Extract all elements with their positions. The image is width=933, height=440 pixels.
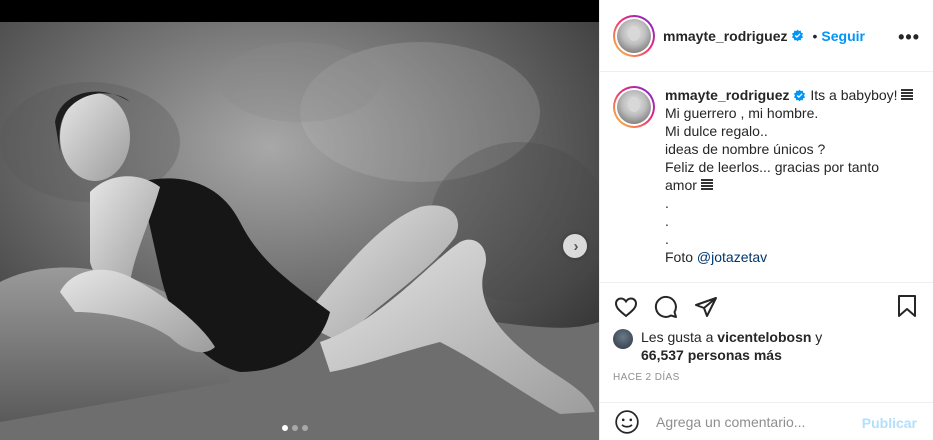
carousel-dot xyxy=(282,425,288,431)
verified-badge-icon xyxy=(792,29,804,42)
post-media: › xyxy=(0,0,599,440)
share-button[interactable] xyxy=(693,294,719,320)
carousel-dot xyxy=(292,425,298,431)
verified-badge-icon xyxy=(794,89,806,102)
photo-illustration xyxy=(0,22,599,440)
photo-credit-prefix: Foto xyxy=(665,249,697,265)
comment-button[interactable] xyxy=(653,294,679,320)
post-photo[interactable]: › xyxy=(0,22,599,440)
avatar xyxy=(617,90,651,124)
avatar xyxy=(617,18,651,53)
likes-suffix: y xyxy=(811,329,823,345)
post-timestamp[interactable]: HACE 2 DÍAS xyxy=(613,372,680,383)
paper-plane-icon xyxy=(695,297,717,317)
carousel-indicator xyxy=(282,425,308,431)
likes-prefix: Les gusta a xyxy=(641,329,718,345)
post-header: mmayte_rodriguez • Seguir ••• xyxy=(600,0,933,72)
caption-username[interactable]: mmayte_rodriguez xyxy=(665,87,789,103)
caption-dot: . xyxy=(665,231,669,247)
likes-count[interactable]: 66,537 personas más xyxy=(641,347,782,363)
header-username[interactable]: mmayte_rodriguez xyxy=(663,28,787,44)
like-button[interactable] xyxy=(613,294,639,320)
comment-input[interactable] xyxy=(656,413,856,430)
comment-bar: Publicar xyxy=(600,402,933,440)
caption-line: Mi dulce regalo.. xyxy=(665,123,768,139)
photo-credit-mention[interactable]: @jotazetav xyxy=(697,249,767,265)
avatar-story-ring[interactable] xyxy=(613,14,655,57)
post-sidebar: mmayte_rodriguez • Seguir ••• mmayte_rod… xyxy=(599,0,933,440)
publish-button[interactable]: Publicar xyxy=(862,415,917,431)
instagram-post: › mmayte_rodriguez • Seguir ••• mmayte_r… xyxy=(0,0,933,440)
caption-line: Feliz de leerlos... gracias por tanto xyxy=(665,159,879,175)
heart-icon xyxy=(614,297,638,318)
media-top-bar xyxy=(0,0,599,22)
emoji-glyph-icon xyxy=(700,179,713,191)
comment-icon xyxy=(654,295,677,318)
caption-avatar-ring[interactable] xyxy=(613,86,655,128)
likes-summary: Les gusta a vicentelobosn y 66,537 perso… xyxy=(613,328,822,364)
caption-first-line: Its a babyboy! xyxy=(806,87,902,103)
post-caption: mmayte_rodriguez Its a babyboy! Mi guerr… xyxy=(600,72,933,282)
caption-line-amor: amor xyxy=(665,177,701,193)
next-slide-button[interactable]: › xyxy=(563,234,587,258)
caption-dot: . xyxy=(665,195,669,211)
bookmark-icon xyxy=(898,295,916,317)
liker-avatar[interactable] xyxy=(613,329,633,349)
header-separator: • xyxy=(812,27,818,44)
caption-line: Mi guerrero , mi hombre. xyxy=(665,105,819,121)
caption-text: mmayte_rodriguez Its a babyboy! Mi guerr… xyxy=(665,86,914,266)
more-options-icon[interactable]: ••• xyxy=(898,27,920,48)
chevron-right-icon: › xyxy=(573,237,579,255)
action-icons xyxy=(613,294,719,320)
carousel-dot xyxy=(302,425,308,431)
liker-username[interactable]: vicentelobosn xyxy=(717,329,811,345)
save-button[interactable] xyxy=(895,294,921,320)
follow-button[interactable]: Seguir xyxy=(821,28,865,44)
emoji-icon[interactable] xyxy=(614,409,640,435)
caption-line: ideas de nombre únicos ? xyxy=(665,141,826,157)
caption-dot: . xyxy=(665,213,669,229)
emoji-glyph-icon xyxy=(901,89,914,101)
